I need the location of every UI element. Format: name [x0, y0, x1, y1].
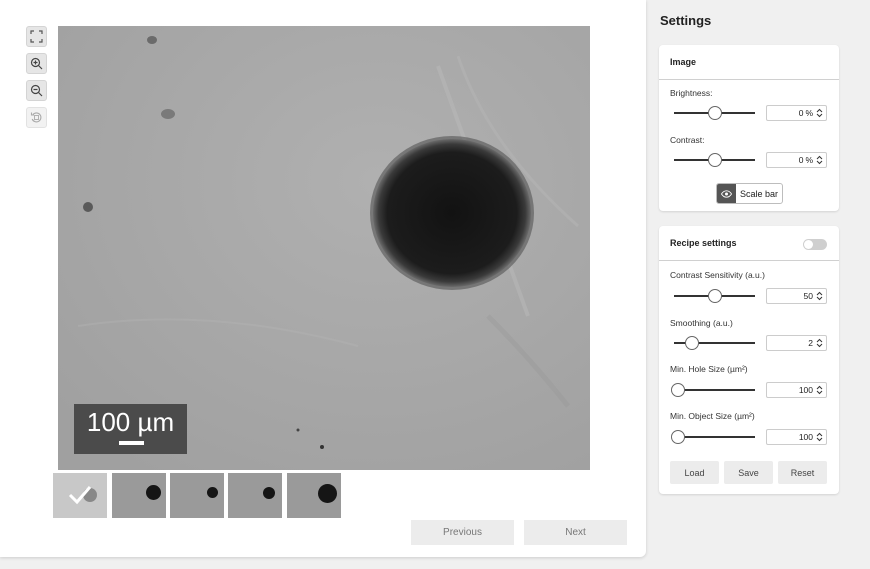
contrast-sensitivity-input[interactable]: 50 — [766, 288, 827, 304]
min-hole-size-slider[interactable] — [671, 383, 755, 397]
brightness-value: 0 — [798, 108, 804, 118]
brightness-input[interactable]: 0% — [766, 105, 827, 121]
settings-title: Settings — [660, 13, 712, 28]
min-object-size-input[interactable]: 100 — [766, 429, 827, 445]
spheroid-preview — [146, 485, 161, 500]
min-object-size-label: Min. Object Size (µm²) — [670, 411, 755, 421]
contrast-sensitivity-label: Contrast Sensitivity (a.u.) — [670, 270, 765, 280]
fullscreen-button[interactable] — [26, 26, 47, 47]
smoothing-slider[interactable] — [674, 336, 755, 350]
contrast-unit: % — [805, 155, 813, 165]
slider-handle[interactable] — [671, 430, 686, 444]
slider-handle[interactable] — [707, 289, 722, 303]
thumbnail-4[interactable] — [228, 473, 282, 518]
contrast-input[interactable]: 0% — [766, 152, 827, 168]
contrast-sensitivity-slider[interactable] — [674, 289, 755, 303]
slider-handle[interactable] — [671, 383, 686, 397]
switch-knob — [804, 240, 813, 249]
min-hole-size-input[interactable]: 100 — [766, 382, 827, 398]
image-viewer-card: 100 µm Previous Next — [0, 0, 646, 557]
reset-rotate-icon — [30, 112, 42, 123]
image-settings-panel: Image Brightness: 0% Contrast: 0% Scale … — [659, 45, 839, 211]
slider-track — [674, 389, 755, 391]
brightness-unit: % — [805, 108, 813, 118]
zoom-in-icon — [30, 57, 43, 70]
reset-view-button[interactable] — [26, 107, 47, 128]
save-button[interactable]: Save — [724, 461, 773, 484]
scale-bar-label: 100 µm — [86, 407, 175, 437]
recipe-toggle-switch[interactable] — [803, 239, 827, 250]
spinner-icon[interactable] — [816, 385, 823, 395]
thumbnail-2[interactable] — [112, 473, 166, 518]
spheroid-preview — [318, 484, 337, 503]
min-hole-size-value: 100 — [798, 385, 813, 395]
recipe-heading-text: Recipe settings — [670, 238, 737, 248]
spheroid-preview — [263, 487, 275, 499]
contrast-sensitivity-value: 50 — [803, 291, 813, 301]
min-object-size-value: 100 — [798, 432, 813, 442]
recipe-settings-panel: Recipe settings Contrast Sensitivity (a.… — [659, 226, 839, 494]
check-icon — [68, 486, 92, 505]
microscope-image[interactable]: 100 µm — [58, 26, 590, 470]
slider-handle[interactable] — [707, 106, 722, 120]
contrast-slider[interactable] — [674, 153, 755, 167]
spinner-icon[interactable] — [816, 338, 823, 348]
slider-track — [674, 436, 755, 438]
spinner-icon[interactable] — [816, 155, 823, 165]
min-object-size-slider[interactable] — [671, 430, 755, 444]
smoothing-label: Smoothing (a.u.) — [670, 318, 733, 328]
fullscreen-icon — [30, 30, 43, 43]
spinner-icon[interactable] — [816, 108, 823, 118]
zoom-out-button[interactable] — [26, 80, 47, 101]
recipe-panel-heading: Recipe settings — [659, 226, 839, 261]
previous-button[interactable]: Previous — [411, 520, 514, 545]
brightness-label: Brightness: — [670, 88, 713, 98]
load-button[interactable]: Load — [670, 461, 719, 484]
eye-icon — [721, 189, 732, 198]
spinner-icon[interactable] — [816, 432, 823, 442]
scale-bar-toggle[interactable]: Scale bar — [716, 183, 783, 204]
brightness-slider[interactable] — [674, 106, 755, 120]
slider-handle[interactable] — [707, 153, 722, 167]
contrast-label: Contrast: — [670, 135, 705, 145]
spheroid-preview — [207, 487, 218, 498]
slider-handle[interactable] — [684, 336, 699, 350]
reset-button[interactable]: Reset — [778, 461, 827, 484]
zoom-in-button[interactable] — [26, 53, 47, 74]
next-button[interactable]: Next — [524, 520, 627, 545]
smoothing-input[interactable]: 2 — [766, 335, 827, 351]
thumbnail-3[interactable] — [170, 473, 224, 518]
scale-bar-line — [119, 441, 144, 445]
image-panel-heading: Image — [659, 45, 839, 80]
contrast-value: 0 — [798, 155, 804, 165]
min-hole-size-label: Min. Hole Size (µm²) — [670, 364, 748, 374]
scale-bar-overlay: 100 µm — [74, 404, 187, 454]
spinner-icon[interactable] — [816, 291, 823, 301]
viewer-toolbar — [26, 26, 47, 134]
eye-icon-box — [717, 184, 736, 203]
thumbnail-5[interactable] — [287, 473, 341, 518]
zoom-out-icon — [30, 84, 43, 97]
thumbnail-1[interactable] — [53, 473, 107, 518]
smoothing-value: 2 — [808, 338, 813, 348]
scale-bar-label: Scale bar — [740, 188, 779, 199]
